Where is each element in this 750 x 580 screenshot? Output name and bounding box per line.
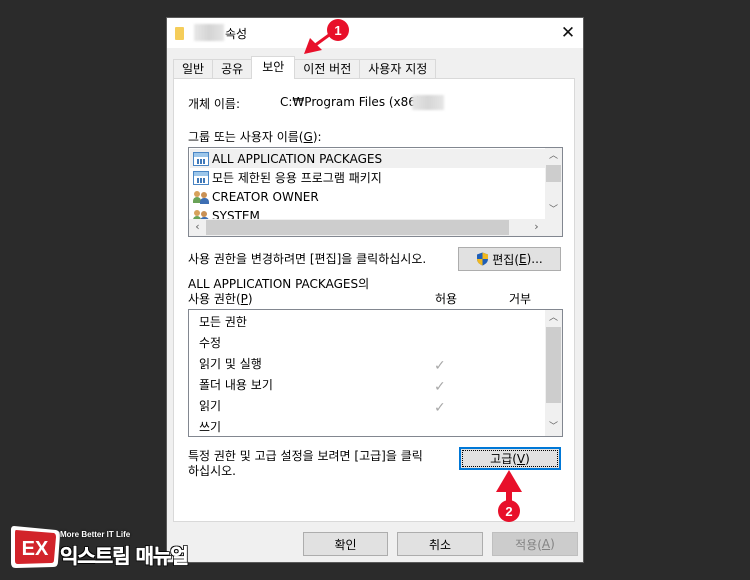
folder-icon [175, 27, 184, 40]
perm-label-prefix: 사용 권한( [188, 292, 241, 306]
edit-button[interactable]: 편집(E)... [458, 247, 561, 271]
advanced-button[interactable]: 고급(V) [459, 447, 561, 470]
group-label-prefix: 그룹 또는 사용자 이름( [188, 130, 304, 144]
annotation-badge-1: 1 [327, 19, 349, 41]
deny-column-header: 거부 [509, 292, 532, 306]
list-item[interactable]: CREATOR OWNER [190, 187, 546, 206]
permission-name: 읽기 및 실행 [199, 357, 262, 371]
scroll-right-icon[interactable]: › [528, 219, 545, 236]
tab-bar: 일반 공유 보안 이전 버전 사용자 지정 [173, 56, 437, 79]
scroll-up-icon[interactable]: ︿ [545, 310, 562, 327]
principals-vertical-scrollbar[interactable]: ︿ ﹀ [545, 148, 562, 219]
annotation-arrow-2 [496, 470, 522, 502]
advanced-button-suffix: ) [525, 451, 530, 466]
window-title: 속성 [225, 27, 248, 41]
annotation-badge-2: 2 [498, 500, 520, 522]
advanced-button-prefix: 고급( [490, 452, 517, 466]
watermark-tagline: More Better IT Life [60, 530, 131, 539]
permission-row: 읽기 및 실행 [199, 354, 262, 375]
permission-row: 모든 권한 [199, 312, 247, 333]
object-name-label: 개체 이름: [188, 97, 241, 111]
permission-name: 모든 권한 [199, 315, 247, 329]
permissions-listbox[interactable]: 모든 권한 수정 읽기 및 실행 폴더 내용 보기 읽기 쓰기 ✓ ✓ ✓ ︿ … [188, 309, 563, 437]
users-icon [193, 190, 209, 204]
edit-hint: 사용 권한을 변경하려면 [편집]을 클릭하십시오. [188, 252, 427, 266]
edit-button-prefix: 편집( [492, 252, 520, 267]
edit-button-key: E [519, 252, 527, 266]
principal-name: CREATOR OWNER [212, 189, 319, 204]
advanced-button-key: V [516, 451, 526, 466]
watermark-logo-icon: EX [11, 526, 60, 568]
list-item[interactable]: ALL APPLICATION PACKAGES [190, 149, 546, 168]
perm-label-suffix: ) [247, 292, 253, 306]
permission-row: 읽기 [199, 396, 221, 417]
scroll-down-icon[interactable]: ﹀ [545, 202, 562, 219]
permission-name: 쓰기 [199, 420, 222, 434]
permissions-label: 사용 권한(P) [188, 290, 253, 307]
allow-column-header: 허용 [435, 292, 458, 306]
app-package-icon [193, 170, 209, 185]
scroll-up-icon[interactable]: ︿ [545, 148, 562, 165]
apply-button-prefix: 적용( [515, 537, 542, 552]
blurred-path [412, 95, 444, 110]
close-icon: ✕ [560, 23, 576, 43]
tab-previous-versions[interactable]: 이전 버전 [294, 59, 361, 79]
permission-row: 쓰기 [199, 417, 221, 438]
logo-text: EX [22, 538, 49, 560]
scroll-down-icon[interactable]: ﹀ [545, 419, 562, 436]
scroll-thumb[interactable] [546, 327, 561, 403]
tab-sharing[interactable]: 공유 [212, 59, 253, 79]
apply-button[interactable]: 적용(A) [492, 532, 578, 556]
permission-row: 폴더 내용 보기 [199, 375, 273, 396]
scroll-corner [545, 219, 562, 236]
uac-shield-icon [476, 252, 489, 266]
allow-check-icon: ✓ [434, 379, 446, 395]
apply-button-key: A [541, 537, 551, 551]
principals-horizontal-scrollbar[interactable]: ‹ › [189, 219, 545, 236]
list-item[interactable]: 모든 제한된 응용 프로그램 패키지 [190, 168, 546, 187]
allow-check-icon: ✓ [434, 358, 446, 374]
allow-check-icon: ✓ [434, 400, 446, 416]
cancel-button[interactable]: 취소 [397, 532, 483, 556]
security-panel: 개체 이름: C:₩Program Files (x86)₩ 그룹 또는 사용자… [173, 78, 575, 522]
apply-button-suffix: ) [550, 537, 555, 551]
object-name-value: C:₩Program Files (x86)₩ [280, 95, 433, 109]
principals-listbox[interactable]: ALL APPLICATION PACKAGES 모든 제한된 응용 프로그램 … [188, 147, 563, 237]
permission-row: 수정 [199, 333, 221, 354]
app-package-icon [193, 151, 209, 166]
title-bar: 속성 ✕ [167, 18, 583, 48]
principal-name: ALL APPLICATION PACKAGES [212, 151, 383, 166]
group-names-label: 그룹 또는 사용자 이름(G): [188, 128, 322, 145]
perm-label-key: P [240, 292, 248, 306]
blurred-folder-name [194, 24, 224, 41]
tab-general[interactable]: 일반 [173, 59, 214, 79]
permission-name: 수정 [199, 336, 222, 350]
ok-button[interactable]: 확인 [303, 532, 388, 556]
tab-security[interactable]: 보안 [251, 56, 296, 79]
permissions-vertical-scrollbar[interactable]: ︿ ﹀ [545, 310, 562, 436]
group-label-key: G [303, 130, 313, 144]
advanced-hint-line2: 하십시오. [188, 464, 236, 478]
watermark-name: 익스트림 매뉴얼 [60, 544, 189, 569]
scroll-thumb[interactable] [206, 220, 509, 235]
permission-name: 읽기 [199, 399, 222, 413]
close-button[interactable]: ✕ [553, 18, 583, 48]
edit-button-suffix: )... [526, 252, 543, 266]
scroll-thumb[interactable] [546, 165, 561, 182]
permission-name: 폴더 내용 보기 [199, 378, 273, 392]
scroll-left-icon[interactable]: ‹ [189, 219, 206, 236]
principal-name: 모든 제한된 응용 프로그램 패키지 [212, 171, 382, 185]
tab-customize[interactable]: 사용자 지정 [359, 59, 437, 79]
group-label-suffix: ): [312, 130, 322, 144]
